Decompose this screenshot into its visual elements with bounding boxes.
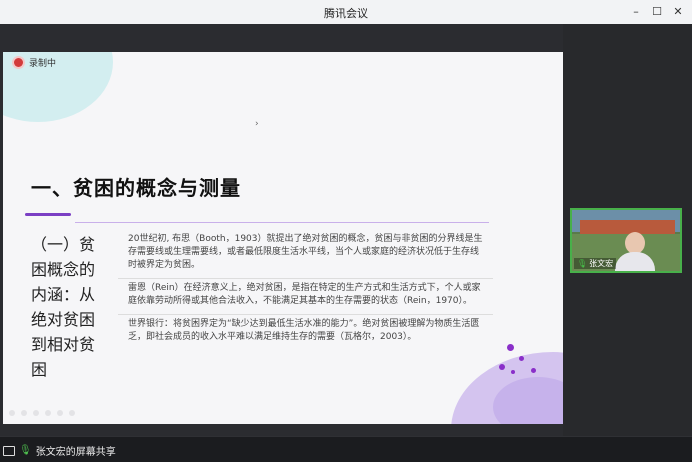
decor-dot <box>531 368 536 373</box>
recording-indicator[interactable]: 录制中 <box>14 56 56 69</box>
point-item: 雷恩（Rein）在经济意义上，绝对贫困，是指在特定的生产方式和生活方式下，个人或… <box>118 279 493 315</box>
participant-name: 张文宏 <box>589 259 614 268</box>
screen-share-indicator[interactable]: 🎙 张文宏的屏幕共享 <box>3 443 116 458</box>
recording-label: 录制中 <box>29 59 57 69</box>
participant-video <box>615 232 655 271</box>
mic-icon: 🎙 <box>577 259 588 268</box>
point-item: 20世纪初, 布思（Booth，1903）就提出了绝对贫困的概念，贫困与非贫困的… <box>118 230 493 279</box>
decor-dot <box>499 364 505 370</box>
participant-head <box>625 232 645 254</box>
slide-control-dot[interactable] <box>69 410 75 416</box>
divider-line <box>75 222 489 223</box>
presentation-slide: › 一、贫困的概念与测量 （一）贫困概念的内涵：从绝对贫困到相对贫困 20世纪初… <box>3 52 563 424</box>
slide-control-dot[interactable] <box>21 410 27 416</box>
window-title: 腾讯会议 <box>324 7 368 20</box>
decor-dot <box>519 356 524 361</box>
mic-icon: 🎙 <box>19 445 32 456</box>
slide-subheading: （一）贫困概念的内涵：从绝对贫困到相对贫困 <box>31 235 96 379</box>
slide-control-dot[interactable] <box>45 410 51 416</box>
decor-dot <box>507 344 514 351</box>
participant-body <box>615 252 655 271</box>
bottom-bar: 🎙 张文宏的屏幕共享 <box>0 436 692 462</box>
decor-dot <box>511 370 515 374</box>
slide-control-dot[interactable] <box>57 410 63 416</box>
participant-name-tag: 🎙 张文宏 <box>574 258 617 269</box>
slide-control-dot[interactable] <box>9 410 15 416</box>
slide-controls <box>9 410 75 416</box>
point-item: 世界银行：将贫困界定为“缺少达到最低生活水准的能力”。绝对贫困被理解为物质生活匮… <box>128 319 480 342</box>
slide-heading: 一、贫困的概念与测量 <box>31 176 241 200</box>
maximize-button[interactable]: ☐ <box>648 3 666 21</box>
monitor-icon <box>3 445 15 456</box>
heading-accent-line <box>25 213 71 216</box>
minimize-button[interactable]: – <box>627 3 645 21</box>
participant-video-tile[interactable]: 🎙 张文宏 <box>570 208 682 273</box>
chevron-right-icon: › <box>255 119 259 129</box>
title-bar: 腾讯会议 – ☐ ✕ <box>0 0 692 25</box>
points-list: 20世纪初, 布思（Booth，1903）就提出了绝对贫困的概念，贫困与非贫困的… <box>118 230 493 350</box>
close-button[interactable]: ✕ <box>669 3 687 21</box>
shared-screen-area: 录制中 › 一、贫困的概念与测量 （一）贫困概念的内涵：从绝对贫困到相对贫困 2… <box>0 24 563 436</box>
decor-dots <box>497 342 557 382</box>
screen-share-label: 张文宏的屏幕共享 <box>35 447 116 458</box>
record-icon <box>14 58 23 67</box>
slide-control-dot[interactable] <box>33 410 39 416</box>
